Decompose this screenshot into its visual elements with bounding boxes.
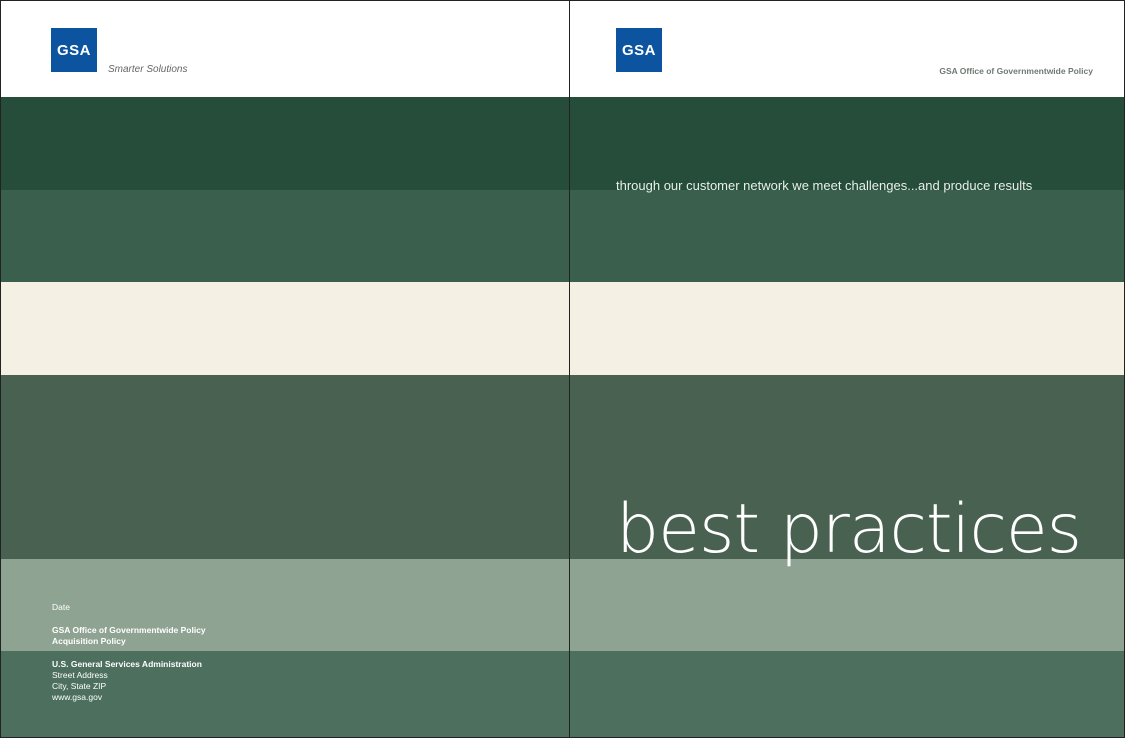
gsa-logo: GSA xyxy=(616,28,662,72)
office-header: GSA Office of Governmentwide Policy xyxy=(939,66,1093,76)
office-line-2: Acquisition Policy xyxy=(52,636,126,646)
cover-headline: through our customer network we meet cha… xyxy=(616,178,1033,193)
address-block: U.S. General Services Administration Str… xyxy=(52,659,202,703)
date-text: Date xyxy=(52,602,70,612)
band-olive xyxy=(0,375,569,559)
office-line-1: GSA Office of Governmentwide Policy xyxy=(52,625,206,635)
band-cream xyxy=(570,282,1125,375)
page-divider xyxy=(569,0,570,738)
street-address: Street Address xyxy=(52,670,108,680)
back-cover-page: GSA Smarter Solutions Date GSA Office of… xyxy=(0,0,569,738)
office-block: GSA Office of Governmentwide Policy Acqu… xyxy=(52,625,206,647)
band-cream xyxy=(0,282,569,375)
brochure-spread: GSA Smarter Solutions Date GSA Office of… xyxy=(0,0,1125,738)
gsa-logo-text: GSA xyxy=(56,41,91,59)
band-mid-green xyxy=(0,190,569,282)
city-state-zip: City, State ZIP xyxy=(52,681,107,691)
date-label: Date xyxy=(52,602,70,613)
tagline: Smarter Solutions xyxy=(108,64,188,75)
front-cover-page: GSA GSA Office of Governmentwide Policy … xyxy=(570,0,1125,738)
website-link[interactable]: www.gsa.gov xyxy=(52,692,202,703)
agency-name: U.S. General Services Administration xyxy=(52,659,202,669)
gsa-logo-text: GSA xyxy=(621,41,656,59)
band-dark-green xyxy=(0,97,569,190)
cover-title: best practices xyxy=(616,490,1082,569)
band-dark-green xyxy=(570,97,1125,190)
band-bottom-green xyxy=(570,651,1125,738)
band-sage xyxy=(570,559,1125,651)
gsa-logo: GSA xyxy=(51,28,97,72)
band-mid-green xyxy=(570,190,1125,282)
